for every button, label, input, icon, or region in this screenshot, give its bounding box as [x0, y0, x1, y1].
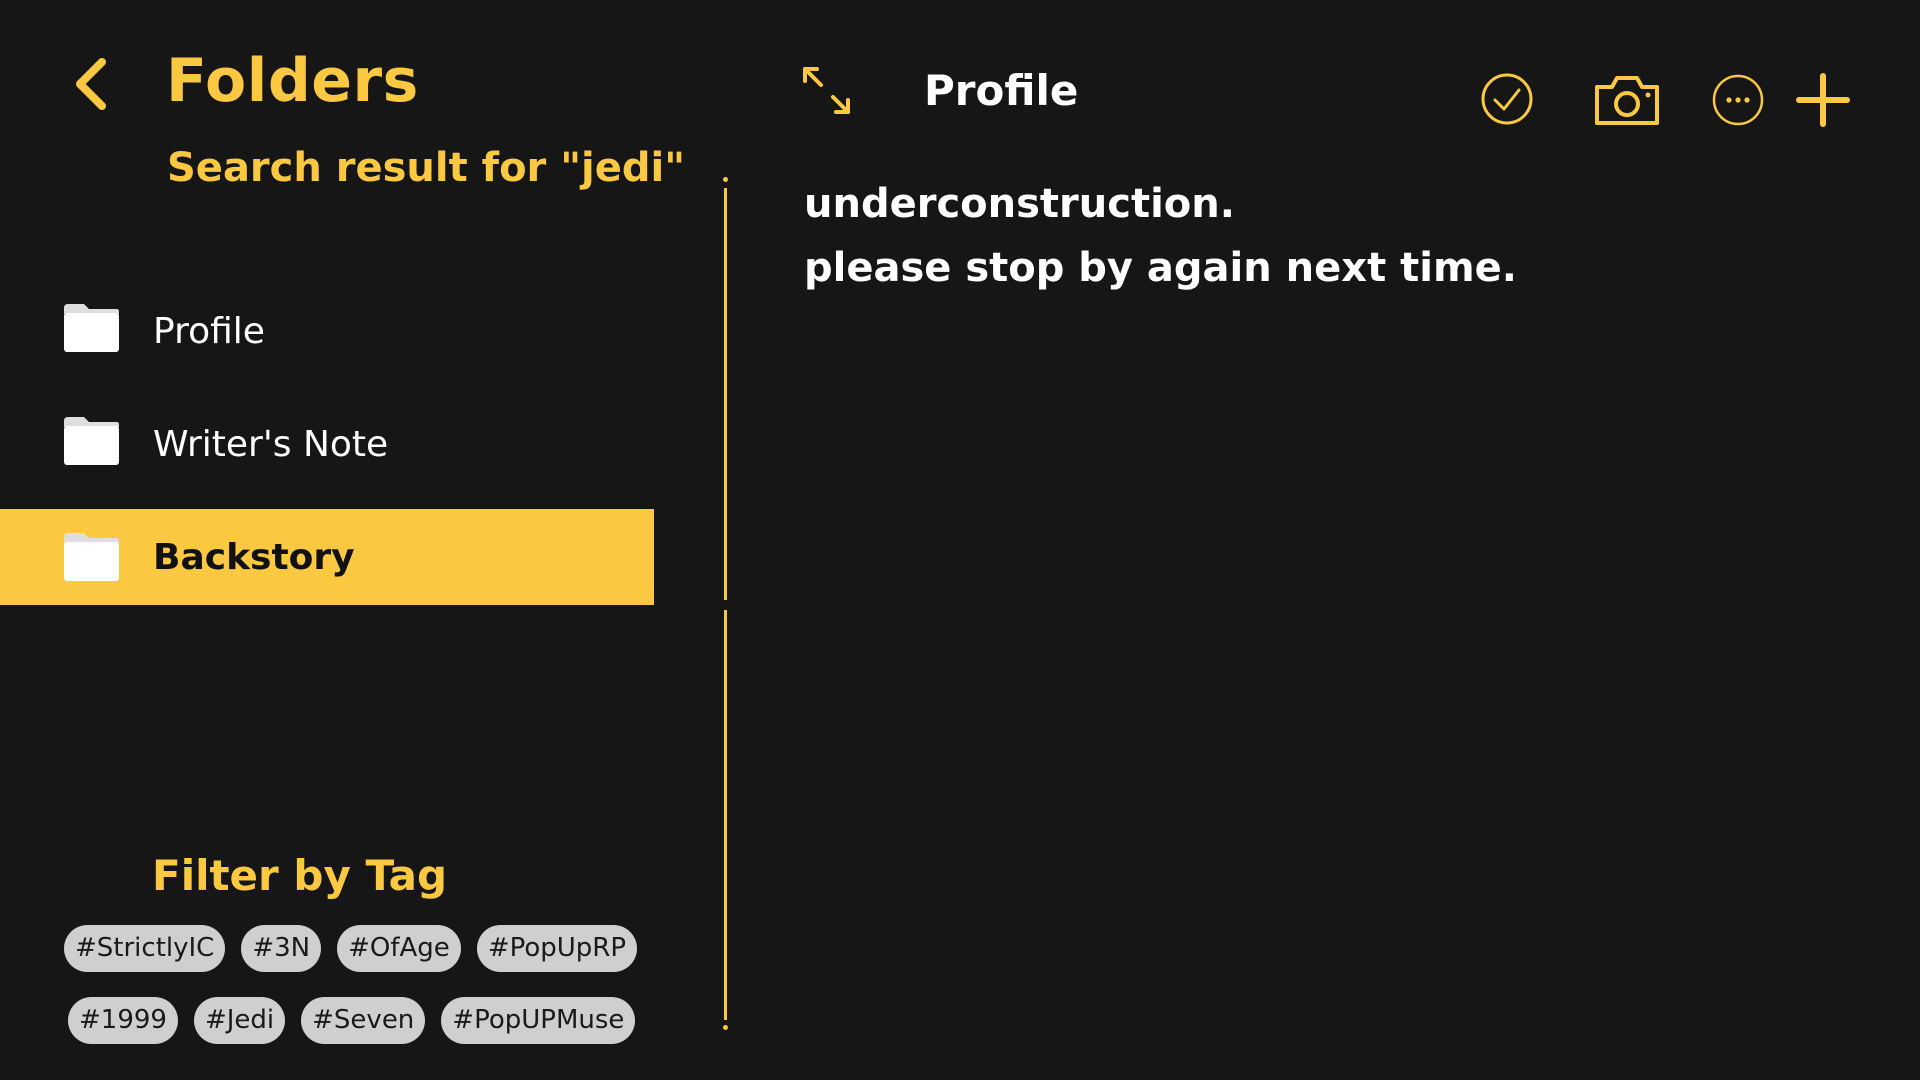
- filter-by-tag-heading: Filter by Tag: [152, 851, 448, 900]
- folder-icon: [64, 304, 119, 352]
- pane-divider[interactable]: [724, 610, 727, 1020]
- expand-arrows-icon: [803, 67, 850, 114]
- add-button[interactable]: [1796, 73, 1850, 127]
- folder-label: Writer's Note: [153, 423, 389, 465]
- divider-dot: [723, 1025, 728, 1030]
- tag-chip[interactable]: #StrictlyIC: [64, 925, 226, 972]
- folder-icon: [64, 417, 119, 465]
- note-body[interactable]: underconstruction. please stop by again …: [804, 172, 1854, 300]
- page-title: Folders: [166, 46, 419, 116]
- done-button[interactable]: [1480, 72, 1534, 126]
- back-button[interactable]: [70, 56, 114, 112]
- folder-label: Profile: [153, 310, 265, 352]
- folder-item-profile[interactable]: Profile: [0, 283, 654, 379]
- search-result-label: Search result for "jedi": [167, 145, 686, 191]
- tag-chip[interactable]: #PopUpRP: [476, 925, 638, 972]
- folder-label: Backstory: [153, 536, 355, 578]
- folder-item-writers-note[interactable]: Writer's Note: [0, 396, 654, 492]
- divider-dot: [723, 177, 728, 182]
- pane-divider[interactable]: [724, 188, 727, 600]
- more-circle-icon: [1712, 74, 1764, 126]
- folder-item-backstory[interactable]: Backstory: [0, 509, 654, 605]
- check-circle-icon: [1481, 73, 1533, 125]
- folder-icon: [64, 533, 119, 581]
- tag-row: #1999 #Jedi #Seven #PopUPMuse: [68, 997, 636, 1044]
- plus-icon: [1796, 73, 1850, 127]
- tag-chip[interactable]: #Seven: [301, 997, 426, 1044]
- tag-chip[interactable]: #Jedi: [193, 997, 286, 1044]
- more-options-button[interactable]: [1711, 73, 1765, 127]
- note-line: underconstruction.: [804, 181, 1235, 227]
- expand-button[interactable]: [801, 65, 853, 117]
- tag-chip[interactable]: #1999: [68, 997, 178, 1044]
- tag-chip[interactable]: #PopUPMuse: [441, 997, 636, 1044]
- camera-icon: [1595, 76, 1659, 125]
- notes-app: Folders Search result for "jedi" Profile…: [0, 0, 1920, 1080]
- tag-chip[interactable]: #OfAge: [337, 925, 461, 972]
- folder-list: Profile Writer's Note Backstory: [0, 283, 654, 622]
- tag-row: #StrictlyIC #3N #OfAge #PopUpRP: [64, 925, 638, 972]
- chevron-left-icon: [76, 58, 106, 110]
- note-line: please stop by again next time.: [804, 245, 1517, 291]
- note-title: Profile: [924, 66, 1079, 115]
- camera-button[interactable]: [1594, 74, 1660, 126]
- tag-chip[interactable]: #3N: [241, 925, 322, 972]
